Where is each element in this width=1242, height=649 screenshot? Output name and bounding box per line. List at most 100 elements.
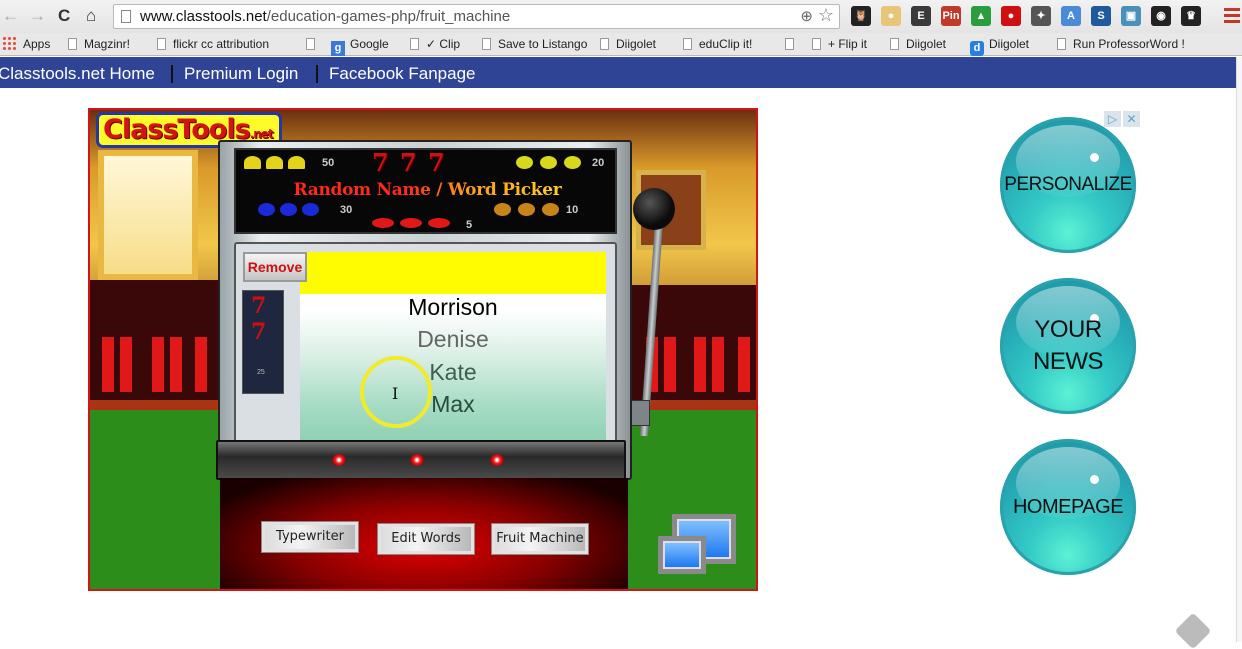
bookmark-item[interactable]: Run ProfessorWord ! bbox=[1057, 33, 1185, 55]
adchoices-icon[interactable]: ▷ bbox=[1104, 111, 1121, 127]
page-icon bbox=[157, 38, 166, 50]
reel-name: Morrison bbox=[408, 294, 498, 320]
orange-icon bbox=[542, 203, 559, 216]
hootsuite-extension-icon[interactable]: 🦉 bbox=[851, 6, 871, 26]
translate-extension-icon[interactable]: A bbox=[1061, 6, 1081, 26]
chrome-menu-icon[interactable] bbox=[1224, 8, 1240, 24]
selected-name-highlight bbox=[300, 252, 606, 294]
s-app-extension-icon[interactable]: S bbox=[1091, 6, 1111, 26]
paytable-points: 5 bbox=[466, 219, 473, 231]
plum-icon bbox=[280, 203, 297, 216]
bookmark-item[interactable]: Save to Listango bbox=[482, 33, 587, 55]
paytable-points: 20 bbox=[592, 157, 605, 169]
ad-choices: ▷ ✕ bbox=[1104, 110, 1142, 127]
google-drive-extension-icon[interactable]: ▲ bbox=[971, 6, 991, 26]
screenshot-extension-icon[interactable]: ▣ bbox=[1121, 6, 1141, 26]
cherry-icon bbox=[428, 218, 450, 228]
address-bar[interactable]: www.classtools.net/education-games-php/f… bbox=[113, 4, 840, 29]
typewriter-button[interactable]: Typewriter bbox=[261, 521, 359, 553]
machine-tray bbox=[216, 440, 626, 480]
page-icon bbox=[410, 38, 419, 50]
nav-premium-login-link[interactable]: Premium Login bbox=[184, 57, 298, 91]
bookmark-label: Diigolet bbox=[616, 37, 657, 51]
bookmark-item[interactable]: eduClip it! bbox=[683, 33, 752, 55]
back-button[interactable]: ← bbox=[2, 5, 19, 27]
nav-facebook-link[interactable]: Facebook Fanpage bbox=[329, 57, 476, 91]
personalize-orb-button[interactable]: PERSONALIZE bbox=[1000, 117, 1136, 253]
logo-suffix: .net bbox=[249, 127, 274, 141]
edit-words-button[interactable]: Edit Words bbox=[377, 523, 475, 555]
bookmark-star-icon[interactable]: ☆ bbox=[818, 4, 834, 27]
map-pin-extension-icon[interactable]: ● bbox=[1001, 6, 1021, 26]
lemon-icon bbox=[540, 156, 557, 169]
fruit-machine-button[interactable]: Fruit Machine bbox=[491, 523, 589, 555]
lemon-icon bbox=[564, 156, 581, 169]
lamp-extension-icon[interactable]: ✦ bbox=[1031, 6, 1051, 26]
zoom-icon[interactable]: ⊕ bbox=[800, 5, 813, 28]
pinterest-extension-icon[interactable]: Pin bbox=[941, 6, 961, 26]
crown-extension-icon[interactable]: ♛ bbox=[1181, 6, 1201, 26]
url-path: /education-games-php/fruit_machine bbox=[266, 8, 511, 25]
owl-extension-icon[interactable]: ● bbox=[881, 6, 901, 26]
bookmark-item[interactable]: ✓ Clip bbox=[410, 33, 460, 55]
your-news-orb-button[interactable]: YOUR NEWS bbox=[1000, 278, 1136, 414]
bookmark-label: eduClip it! bbox=[699, 37, 753, 51]
paytable-points: 10 bbox=[566, 204, 579, 216]
page-icon bbox=[785, 38, 794, 50]
scrollbar[interactable] bbox=[1236, 57, 1242, 642]
ad-close-icon[interactable]: ✕ bbox=[1123, 111, 1140, 127]
bookmark-item[interactable] bbox=[306, 33, 322, 55]
plum-icon bbox=[302, 203, 319, 216]
homepage-orb-button[interactable]: HOMEPAGE bbox=[1000, 439, 1136, 575]
diigo-icon: d bbox=[970, 41, 984, 56]
fullscreen-icon[interactable] bbox=[658, 512, 740, 574]
background-window bbox=[98, 150, 198, 280]
reload-button[interactable]: C bbox=[58, 5, 70, 27]
page-icon bbox=[482, 38, 491, 50]
page-icon bbox=[600, 38, 609, 50]
bookmark-label: Magzinr! bbox=[84, 37, 131, 51]
bookmark-item[interactable]: Diigolet bbox=[890, 33, 946, 55]
feedly-icon[interactable] bbox=[1174, 612, 1212, 649]
orb-label: NEWS bbox=[1033, 348, 1104, 375]
bell-icon bbox=[266, 156, 283, 169]
evernote-extension-icon[interactable]: E bbox=[911, 6, 931, 26]
fruit-machine-game: ClassTools.net 50 7 7 7 20 Random Name /… bbox=[88, 108, 758, 591]
reel-name: Max bbox=[431, 391, 475, 417]
page-icon bbox=[1057, 38, 1066, 50]
cherry-icon bbox=[400, 218, 422, 228]
forward-button[interactable]: → bbox=[29, 5, 46, 27]
bookmark-item[interactable]: Magzinr! bbox=[68, 33, 130, 55]
indicator-light bbox=[332, 454, 346, 466]
nav-separator bbox=[316, 65, 318, 83]
remove-button[interactable]: Remove bbox=[243, 252, 307, 282]
bookmark-item[interactable]: Apps bbox=[2, 33, 50, 55]
bookmark-label: ✓ Clip bbox=[426, 37, 461, 51]
bookmark-item[interactable]: flickr cc attribution bbox=[157, 33, 269, 55]
page-icon bbox=[812, 38, 821, 50]
home-button[interactable]: ⌂ bbox=[86, 5, 96, 27]
bookmark-item[interactable]: + Flip it bbox=[812, 33, 867, 55]
nav-home-link[interactable]: Classtools.net Home bbox=[0, 57, 155, 91]
bookmark-label: Google bbox=[350, 37, 389, 51]
bookmark-item[interactable]: Diigolet bbox=[600, 33, 656, 55]
reel-name: Kate bbox=[429, 359, 477, 385]
browser-toolbar: ← → C ⌂ www.classtools.net/education-gam… bbox=[0, 0, 1242, 33]
indicator-light bbox=[490, 454, 504, 466]
orb-label: YOUR bbox=[1034, 316, 1102, 343]
bookmark-label: Diigolet bbox=[989, 37, 1030, 51]
bookmark-label: + Flip it bbox=[828, 37, 868, 51]
paytable: 50 7 7 7 20 Random Name / Word Picker 30… bbox=[234, 148, 617, 234]
lever-handle[interactable] bbox=[633, 188, 675, 230]
orange-icon bbox=[518, 203, 535, 216]
bookmark-item[interactable]: d Diigolet bbox=[970, 33, 1029, 56]
bookmark-item[interactable]: g Google bbox=[331, 33, 389, 56]
bell-icon bbox=[244, 156, 261, 169]
color-wheel-extension-icon[interactable]: ◉ bbox=[1151, 6, 1171, 26]
page-icon bbox=[306, 38, 315, 50]
bookmark-item[interactable] bbox=[785, 33, 801, 55]
side-panel-value: 25 bbox=[257, 369, 265, 376]
name-reel[interactable]: Morrison Denise Kate Max bbox=[300, 252, 606, 444]
paytable-points: 30 bbox=[340, 204, 353, 216]
picker-title: Random Name / Word Picker bbox=[236, 180, 619, 200]
